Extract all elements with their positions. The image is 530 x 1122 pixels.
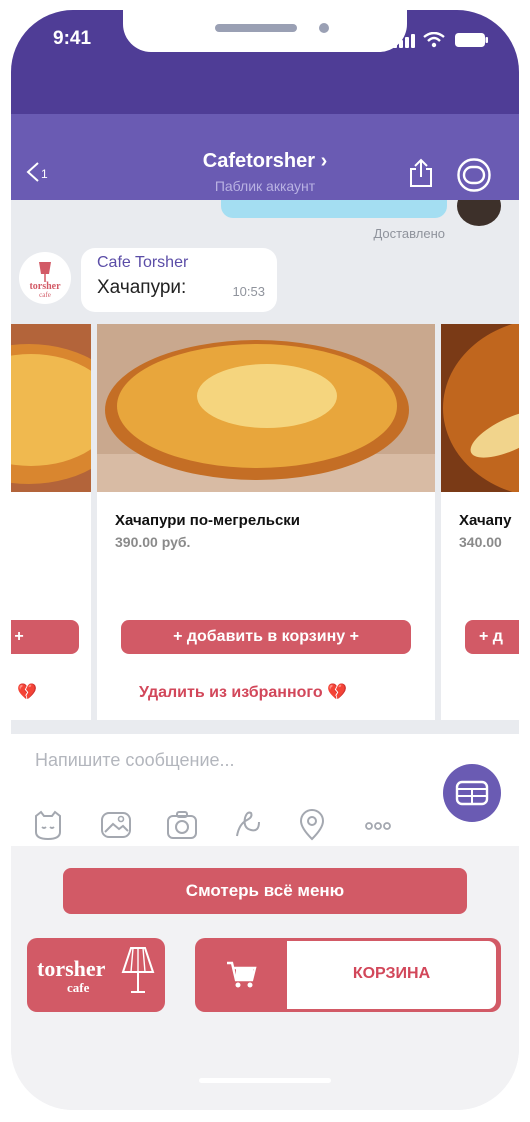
add-to-cart-button[interactable]: + добавить в корзину + bbox=[121, 620, 411, 654]
status-bar: 9:41 bbox=[11, 10, 519, 114]
cart-label: КОРЗИНА bbox=[352, 965, 431, 982]
front-camera bbox=[319, 23, 329, 33]
bot-message-bubble[interactable]: Cafe Torsher Хачапури: 10:53 bbox=[81, 248, 277, 312]
remove-favorite-link[interactable]: Удалить из избранного 💔 bbox=[139, 682, 347, 702]
chat-header: 1 Cafetorsher › Паблик аккаунт bbox=[11, 114, 519, 200]
product-card[interactable]: Хачапури по-мегрельски 390.00 руб. + доб… bbox=[97, 324, 435, 720]
lamp-logo-icon: torsher cafe bbox=[29, 262, 61, 299]
user-avatar[interactable] bbox=[457, 200, 501, 226]
cart-button[interactable]: КОРЗИНА bbox=[195, 938, 501, 1012]
svg-text:cafe: cafe bbox=[39, 291, 51, 299]
product-name: Хачапури по-мегрельски bbox=[115, 512, 301, 529]
sticker-icon[interactable] bbox=[31, 808, 65, 842]
system-icons bbox=[393, 32, 493, 48]
cafe-avatar[interactable]: torsher cafe bbox=[19, 252, 71, 304]
logo-subtext: cafe bbox=[67, 980, 90, 995]
product-price: 340.00 bbox=[459, 534, 502, 550]
wifi-icon bbox=[423, 32, 445, 48]
phone-screen: 9:41 1 Cafetorsher › Паблик аккаунт Дост… bbox=[11, 10, 519, 1110]
status-time: 9:41 bbox=[53, 28, 92, 49]
delivery-status: Доставлено bbox=[373, 226, 445, 241]
product-carousel[interactable]: + 💔 Хачапури по-мегрельски 390.00 руб. +… bbox=[11, 324, 519, 724]
message-text: Хачапури: bbox=[97, 277, 187, 298]
product-name: Хачапу bbox=[459, 512, 512, 529]
speaker bbox=[215, 24, 297, 32]
product-card[interactable]: Хачапу 340.00 + д bbox=[441, 324, 519, 720]
previous-message-bubble[interactable] bbox=[221, 200, 447, 218]
chat-title[interactable]: Cafetorsher › bbox=[11, 150, 519, 173]
view-full-menu-button[interactable]: Смотерь всё меню bbox=[63, 868, 467, 914]
camera-icon[interactable] bbox=[165, 808, 199, 842]
logo-text: torsher bbox=[37, 956, 106, 981]
chat-subtitle: Паблик аккаунт bbox=[214, 178, 316, 194]
public-account-icon[interactable] bbox=[457, 158, 491, 192]
remove-favorite-link[interactable]: 💔 bbox=[17, 682, 37, 702]
add-to-cart-button[interactable]: + bbox=[11, 620, 79, 654]
lamp-icon bbox=[121, 947, 155, 993]
bot-keyboard-button[interactable] bbox=[443, 764, 501, 822]
product-photo bbox=[441, 324, 519, 492]
notch bbox=[123, 10, 407, 52]
add-to-cart-button[interactable]: + д bbox=[465, 620, 519, 654]
gallery-icon[interactable] bbox=[99, 808, 133, 842]
bot-keyboard: Смотерь всё меню torsher cafe КОРЗИНА bbox=[11, 846, 519, 1110]
chat-area[interactable]: Доставлено torsher cafe Cafe Torsher Хач… bbox=[11, 200, 519, 734]
share-icon[interactable] bbox=[407, 158, 435, 188]
message-input[interactable]: Напишите сообщение... bbox=[35, 750, 235, 771]
product-card[interactable]: + 💔 bbox=[11, 324, 91, 720]
product-photo bbox=[97, 324, 435, 492]
location-pin-icon[interactable] bbox=[295, 808, 329, 842]
keyboard-grid-icon bbox=[455, 780, 489, 806]
more-icon[interactable] bbox=[361, 808, 395, 842]
cafe-logo-button[interactable]: torsher cafe bbox=[27, 938, 165, 1012]
battery-icon bbox=[455, 33, 488, 47]
message-time: 10:53 bbox=[232, 284, 265, 299]
product-photo bbox=[11, 324, 91, 492]
cart-label-area: КОРЗИНА bbox=[287, 941, 496, 1009]
doodle-icon[interactable] bbox=[231, 808, 265, 842]
message-composer: Напишите сообщение... bbox=[11, 734, 519, 846]
product-price: 390.00 руб. bbox=[115, 534, 191, 550]
message-sender: Cafe Torsher bbox=[97, 254, 189, 271]
cart-icon bbox=[227, 961, 257, 988]
home-indicator[interactable] bbox=[199, 1078, 331, 1083]
